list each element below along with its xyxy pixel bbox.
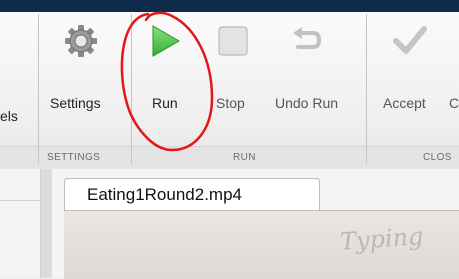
pane-divider: [0, 200, 40, 201]
window-titlebar: [0, 0, 459, 12]
stop-icon[interactable]: [214, 22, 252, 60]
section-label-settings: SETTINGS: [47, 152, 101, 163]
gear-icon[interactable]: [62, 22, 100, 60]
cutoff-button-label[interactable]: els: [0, 108, 18, 124]
accept-button[interactable]: Accept: [383, 95, 426, 111]
run-button[interactable]: Run: [152, 95, 178, 111]
section-label-close: CLOS: [423, 152, 452, 163]
ribbon-divider: [366, 14, 367, 164]
panel-gutter[interactable]: [41, 169, 52, 278]
video-handwriting-text: Typing: [339, 222, 425, 256]
checkmark-icon[interactable]: [391, 22, 429, 60]
play-icon[interactable]: [146, 22, 184, 60]
settings-button[interactable]: Settings: [50, 95, 101, 111]
document-tab[interactable]: Eating1Round2.mp4: [64, 178, 320, 210]
cutoff-button-label[interactable]: C: [449, 95, 459, 111]
ribbon-divider: [38, 14, 39, 164]
side-panel: [0, 169, 41, 278]
ribbon-divider: [131, 14, 132, 164]
undo-run-button[interactable]: Undo Run: [275, 95, 338, 111]
stop-button[interactable]: Stop: [216, 95, 245, 111]
section-label-run: RUN: [233, 152, 256, 163]
undo-icon[interactable]: [287, 22, 325, 60]
